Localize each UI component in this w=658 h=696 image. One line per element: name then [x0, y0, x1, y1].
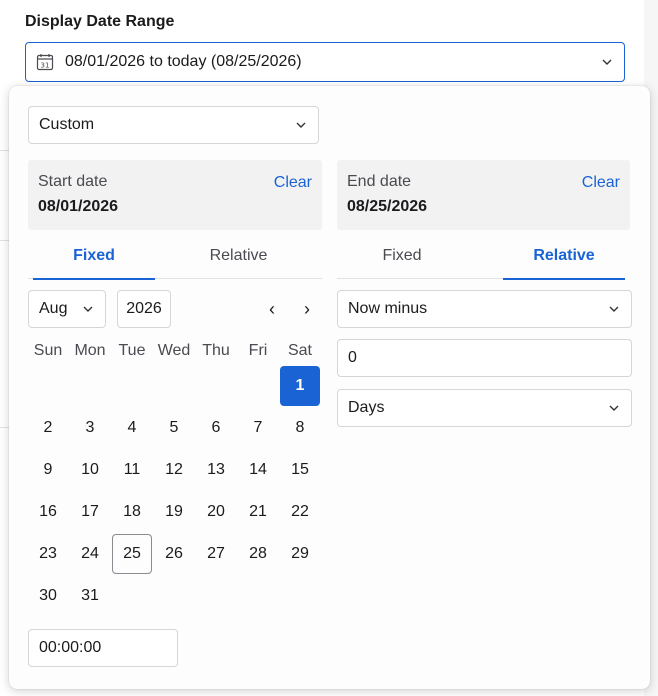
- calendar-day[interactable]: 31: [70, 576, 110, 616]
- preset-select[interactable]: Custom: [28, 106, 319, 144]
- tab-start-fixed[interactable]: Fixed: [33, 233, 155, 280]
- calendar-day[interactable]: 23: [28, 534, 68, 574]
- field-title: Display Date Range: [25, 13, 175, 30]
- month-select-value: Aug: [39, 300, 68, 317]
- start-date-value: 08/01/2026: [38, 198, 119, 215]
- start-time-input[interactable]: 00:00:00: [28, 629, 178, 667]
- calendar-day[interactable]: 12: [154, 450, 194, 490]
- calendar-day-today[interactable]: 25: [112, 534, 152, 574]
- calendar-day[interactable]: 15: [280, 450, 320, 490]
- start-date-tabs: Fixed Relative: [28, 233, 322, 280]
- relative-unit-value: Days: [348, 399, 385, 416]
- relative-mode-value: Now minus: [348, 300, 428, 317]
- calendar-day[interactable]: 28: [238, 534, 278, 574]
- calendar-icon-text: 31: [41, 62, 50, 70]
- weekday-label: Wed: [157, 342, 191, 359]
- calendar-day[interactable]: 19: [154, 492, 194, 532]
- calendar-day[interactable]: 5: [154, 408, 194, 448]
- chevron-right-icon[interactable]: ›: [298, 299, 316, 319]
- end-date-tabs: Fixed Relative: [337, 233, 625, 280]
- weekday-label: Tue: [118, 342, 146, 359]
- calendar-day[interactable]: 9: [28, 450, 68, 490]
- tab-end-relative[interactable]: Relative: [503, 233, 625, 280]
- chevron-left-icon[interactable]: ‹: [263, 299, 281, 319]
- year-input[interactable]: 2026: [117, 290, 171, 328]
- calendar-day[interactable]: 14: [238, 450, 278, 490]
- start-date-caption: Start date: [38, 173, 108, 190]
- preset-select-value: Custom: [39, 116, 95, 133]
- date-range-select[interactable]: 31 08/01/2026 to today (08/25/2026): [25, 42, 625, 82]
- weekday-label: Sat: [287, 342, 312, 359]
- chevron-down-icon: [296, 122, 306, 128]
- relative-mode-select[interactable]: Now minus: [337, 290, 632, 328]
- chevron-down-icon: [83, 306, 93, 312]
- calendar-day[interactable]: 2: [28, 408, 68, 448]
- calendar-day[interactable]: 26: [154, 534, 194, 574]
- weekday-label: Fri: [248, 342, 268, 359]
- calendar-day[interactable]: 4: [112, 408, 152, 448]
- calendar-day[interactable]: 21: [238, 492, 278, 532]
- weekday-label: Thu: [202, 342, 230, 359]
- start-date-clear-link[interactable]: Clear: [274, 174, 312, 192]
- calendar-day[interactable]: 3: [70, 408, 110, 448]
- chevron-down-icon: [602, 59, 612, 65]
- calendar-day[interactable]: 30: [28, 576, 68, 616]
- calendar-day[interactable]: 27: [196, 534, 236, 574]
- weekday-label: Mon: [74, 342, 106, 359]
- end-date-card: End date Clear 08/25/2026: [337, 160, 630, 230]
- chevron-down-icon: [609, 405, 619, 411]
- date-range-popover: Custom Start date Clear 08/01/2026 Fixed…: [9, 86, 650, 689]
- calendar-day[interactable]: 8: [280, 408, 320, 448]
- calendar-day[interactable]: 24: [70, 534, 110, 574]
- end-date-caption: End date: [347, 173, 412, 190]
- calendar-day[interactable]: 18: [112, 492, 152, 532]
- tab-end-fixed[interactable]: Fixed: [337, 233, 467, 279]
- calendar-icon: 31: [36, 53, 54, 71]
- end-date-value: 08/25/2026: [347, 198, 428, 215]
- month-select[interactable]: Aug: [28, 290, 106, 328]
- calendar-day[interactable]: 29: [280, 534, 320, 574]
- calendar-day-selected[interactable]: 1: [280, 366, 320, 406]
- calendar-day[interactable]: 6: [196, 408, 236, 448]
- chevron-down-icon: [609, 306, 619, 312]
- calendar-day[interactable]: 10: [70, 450, 110, 490]
- calendar-day[interactable]: 7: [238, 408, 278, 448]
- relative-unit-select[interactable]: Days: [337, 389, 632, 427]
- calendar-day[interactable]: 22: [280, 492, 320, 532]
- calendar-day[interactable]: 16: [28, 492, 68, 532]
- tab-start-relative[interactable]: Relative: [155, 233, 322, 279]
- end-date-clear-link[interactable]: Clear: [582, 174, 620, 192]
- calendar-day[interactable]: 11: [112, 450, 152, 490]
- weekday-label: Sun: [33, 342, 63, 359]
- date-range-value: 08/01/2026 to today (08/25/2026): [65, 53, 302, 70]
- relative-amount-input[interactable]: 0: [337, 339, 632, 377]
- calendar-day[interactable]: 17: [70, 492, 110, 532]
- start-date-card: Start date Clear 08/01/2026: [28, 160, 322, 230]
- calendar-day[interactable]: 20: [196, 492, 236, 532]
- calendar-day[interactable]: 13: [196, 450, 236, 490]
